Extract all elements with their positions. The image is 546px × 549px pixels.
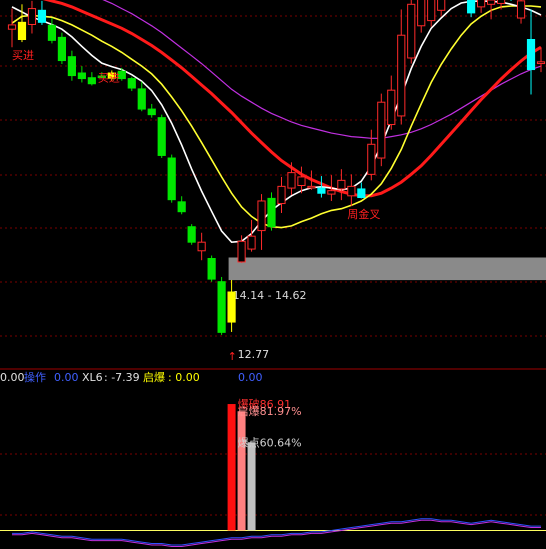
golden-cross-label: 周金叉 xyxy=(347,207,380,221)
candle-body xyxy=(417,0,426,27)
candle-body xyxy=(127,78,136,89)
candle-body xyxy=(287,172,296,189)
candle-body xyxy=(427,0,436,22)
candle xyxy=(57,32,66,64)
candle-body xyxy=(177,201,186,213)
buy-signal-label-2: 买进 xyxy=(98,71,120,84)
candle-body xyxy=(147,108,156,116)
candle-body xyxy=(217,281,226,333)
candle xyxy=(187,224,196,245)
legend-value-5: 0.00 xyxy=(238,371,263,384)
candle-body xyxy=(467,0,476,14)
candle-body xyxy=(397,34,406,117)
low-price-marker: ↑ 12.77 xyxy=(228,348,270,363)
price-zone xyxy=(228,257,546,281)
indicator-bar xyxy=(247,442,256,531)
candle xyxy=(377,93,386,167)
price-zone-label: 14.14 - 14.62 xyxy=(233,289,307,302)
candle-body xyxy=(157,117,166,156)
indicator-bar xyxy=(237,411,246,531)
candle xyxy=(267,192,276,231)
legend-name-operation: 操作 xyxy=(24,370,46,384)
indicator-label-qibao: 启爆81.97% xyxy=(238,404,302,418)
buy-signal-label-1: 买进 xyxy=(12,49,34,62)
candle-body xyxy=(37,9,47,23)
candle xyxy=(207,255,216,282)
candle-body xyxy=(536,61,546,65)
candle-body xyxy=(357,188,366,199)
legend-value-1: 0.00 xyxy=(0,371,25,384)
candle-body xyxy=(516,0,526,19)
candle-body xyxy=(87,77,96,85)
candle-body xyxy=(327,190,336,195)
candle-body xyxy=(167,157,176,201)
candle-body xyxy=(247,235,256,250)
candle xyxy=(407,0,416,64)
candle-body xyxy=(267,197,276,228)
candle-body xyxy=(496,0,506,4)
candle-body xyxy=(187,226,196,243)
candle-body xyxy=(237,240,246,263)
candle-body xyxy=(67,56,76,77)
candle-body xyxy=(77,72,86,80)
candle xyxy=(167,154,176,203)
stock-chart: 14.14 - 14.62 买进 买进 周金叉 ↑ 12.77 0.00 操作 … xyxy=(0,0,546,549)
candle xyxy=(217,276,226,335)
legend-name-xl6: XL6 xyxy=(82,371,103,384)
candle-body xyxy=(27,8,37,25)
candle-body xyxy=(337,179,346,190)
candle-body xyxy=(257,200,266,232)
legend-value-operation: 0.00 xyxy=(54,371,79,384)
candle-body xyxy=(17,21,27,41)
candle-body xyxy=(407,3,416,59)
candle-body xyxy=(57,36,66,62)
candle-body xyxy=(526,39,536,71)
candle-body xyxy=(7,24,17,30)
candle-body xyxy=(377,101,386,159)
candle-body xyxy=(317,187,326,194)
candle-body xyxy=(297,176,306,187)
low-price-label: 12.77 xyxy=(238,348,270,361)
candle-body xyxy=(437,0,446,11)
legend-name-qibao: 启爆 xyxy=(143,370,165,384)
candle-body xyxy=(367,143,376,175)
candle-body xyxy=(477,0,486,8)
legend-value-qibao: : 0.00 xyxy=(168,371,200,384)
candle-body xyxy=(197,241,206,252)
indicator-label-baodian: 爆点60.64% xyxy=(238,435,302,449)
candle-body xyxy=(387,89,396,126)
candle xyxy=(157,114,166,159)
candle-body xyxy=(207,258,216,280)
low-price-arrow: ↑ xyxy=(228,350,237,363)
candle-body xyxy=(47,24,57,41)
candle-body xyxy=(277,185,286,205)
candle-body xyxy=(227,291,236,323)
candle-body xyxy=(307,185,316,189)
candle-body xyxy=(487,0,496,5)
candle-body xyxy=(347,185,356,197)
legend-value-xl6: : -7.39 xyxy=(104,371,140,384)
indicator-bar xyxy=(227,404,236,531)
candle-body xyxy=(137,88,146,110)
